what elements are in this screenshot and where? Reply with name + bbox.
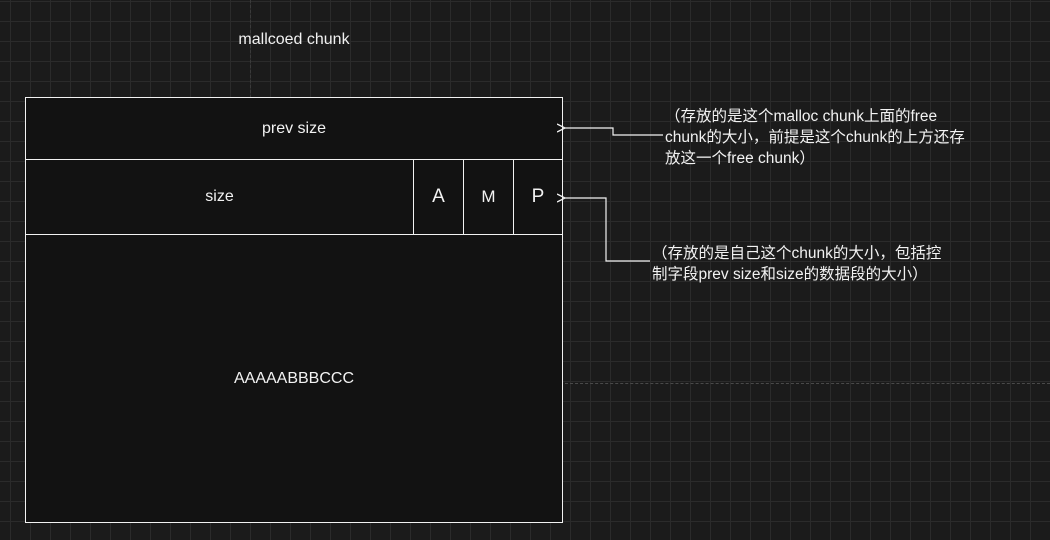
annotation-line: chunk的大小，前提是这个chunk的上方还存 bbox=[665, 129, 965, 146]
annotation-line: （存放的是自己这个chunk的大小，包括控 bbox=[652, 245, 942, 262]
prev-size-annotation[interactable]: （存放的是这个malloc chunk上面的free chunk的大小，前提是这… bbox=[665, 106, 965, 169]
size-connector-arrow[interactable] bbox=[565, 198, 650, 262]
annotation-line: 制字段prev size和size的数据段的大小） bbox=[652, 266, 928, 283]
prev-size-connector-arrow[interactable] bbox=[565, 128, 663, 136]
annotation-line: （存放的是这个malloc chunk上面的free bbox=[665, 108, 938, 125]
size-annotation[interactable]: （存放的是自己这个chunk的大小，包括控 制字段prev size和size的… bbox=[652, 243, 941, 285]
annotation-line: 放这一个free chunk） bbox=[665, 150, 815, 167]
diagram-canvas: mallcoed chunk prev size size A M P AAAA… bbox=[0, 0, 1050, 540]
